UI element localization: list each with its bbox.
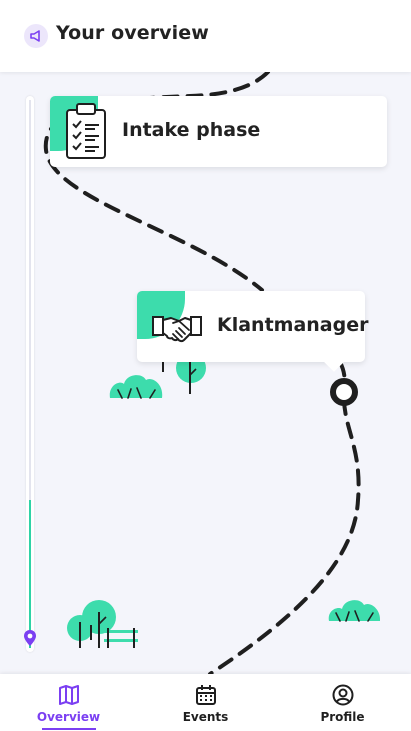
progress-fill bbox=[29, 500, 31, 648]
map-icon bbox=[58, 685, 79, 705]
nav-label: Profile bbox=[320, 710, 365, 724]
handshake-icon bbox=[152, 316, 202, 343]
app-header: Your overview bbox=[0, 0, 411, 72]
milestone-label: Intake phase bbox=[122, 119, 261, 141]
milestone-card-klantmanager[interactable]: Klantmanager bbox=[137, 291, 369, 372]
nav-tab-overview[interactable]: Overview bbox=[0, 674, 137, 731]
nav-tab-events[interactable]: Events bbox=[137, 674, 274, 731]
nav-label: Overview bbox=[36, 710, 101, 724]
megaphone-icon bbox=[24, 24, 48, 48]
page-title: Your overview bbox=[56, 22, 209, 44]
park-illustration bbox=[67, 600, 138, 648]
current-position-marker bbox=[330, 378, 358, 406]
bush-illustration bbox=[328, 600, 381, 622]
active-tab-indicator bbox=[41, 728, 96, 730]
bottom-navigation: Overview Events Profile bbox=[0, 674, 411, 731]
nav-label: Events bbox=[182, 710, 229, 724]
nav-tab-profile[interactable]: Profile bbox=[274, 674, 411, 731]
calendar-icon bbox=[195, 685, 216, 705]
milestone-label: Klantmanager bbox=[217, 314, 369, 336]
milestone-card-intake[interactable]: Intake phase bbox=[50, 96, 387, 167]
bush-illustration bbox=[109, 375, 163, 399]
location-pin-icon bbox=[24, 630, 36, 646]
user-circle-icon bbox=[332, 684, 353, 706]
clipboard-checklist-icon bbox=[66, 103, 106, 159]
